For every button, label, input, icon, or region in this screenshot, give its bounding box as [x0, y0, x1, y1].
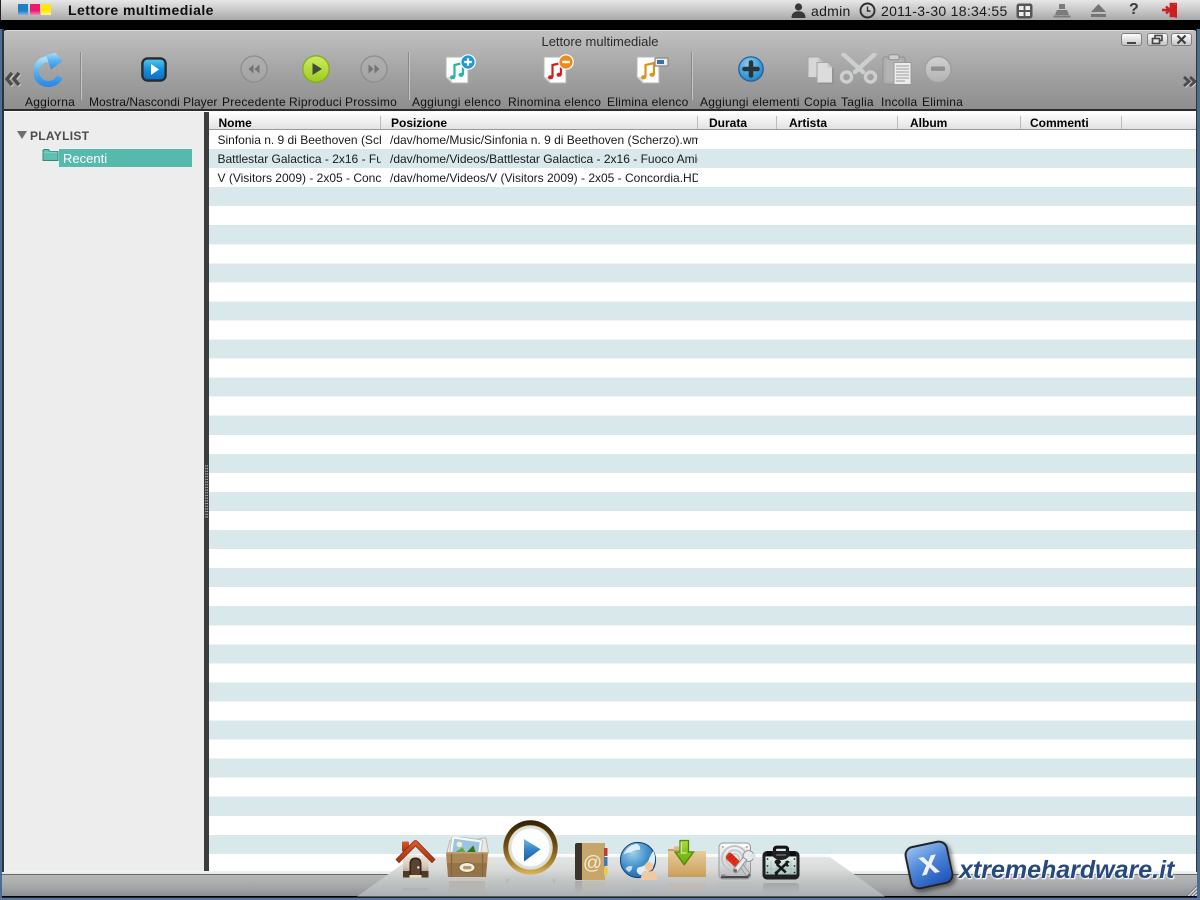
- svg-text:@: @: [583, 853, 602, 874]
